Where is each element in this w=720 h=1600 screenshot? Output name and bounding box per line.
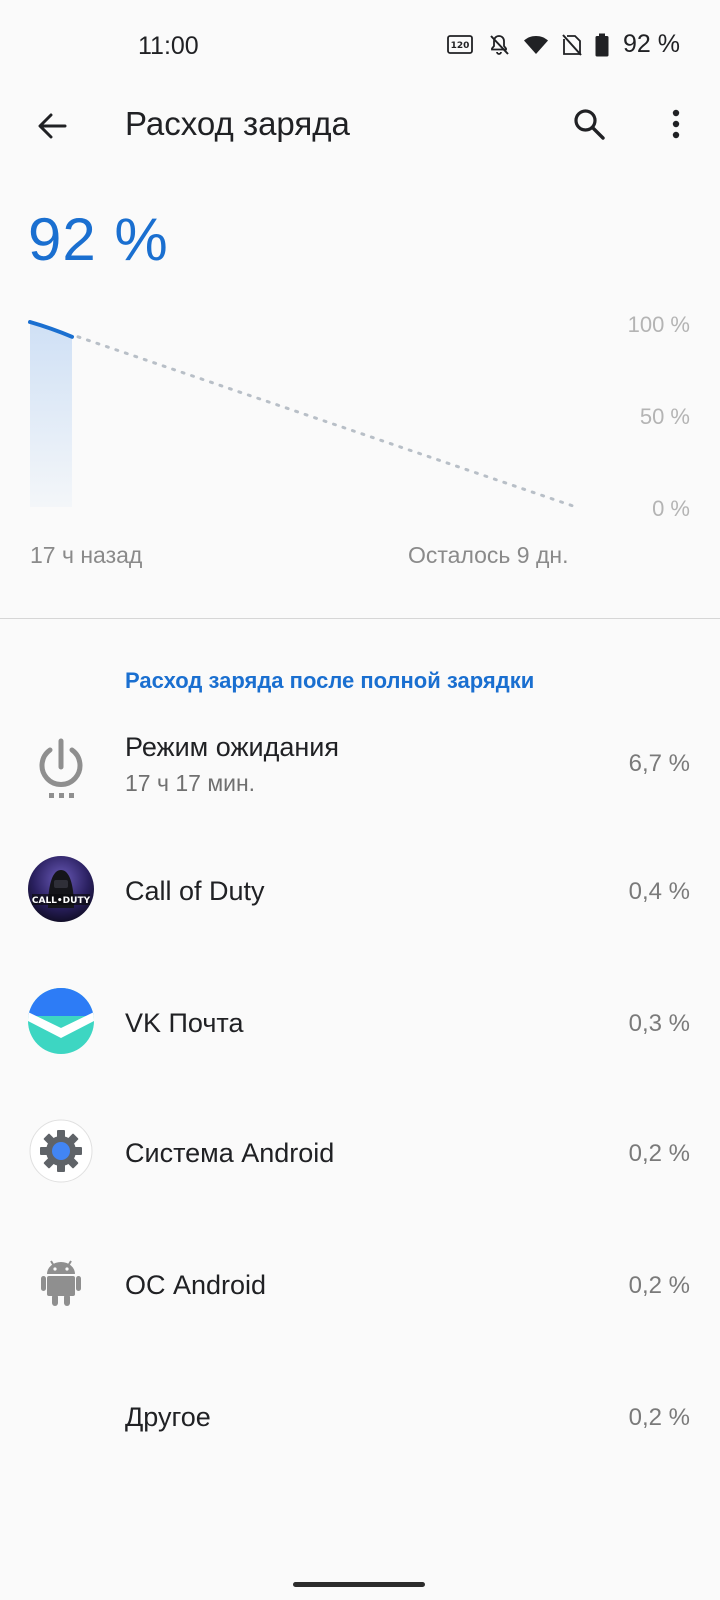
battery-usage-screen: 11:00 120 92 % Расход заряда 92 % 100 % …: [0, 0, 720, 1600]
battery-chart: 100 % 50 % 0 % 17 ч назад Осталось 9 дн.: [0, 300, 720, 590]
status-time: 11:00: [138, 32, 199, 60]
cod-icon-text: CALL•DUTY: [32, 896, 91, 906]
y-tick-50: 50 %: [639, 404, 690, 429]
status-bar: 11:00 120 92 %: [0, 0, 720, 96]
android-system-gear-icon: [29, 1119, 93, 1183]
usage-item-name: Режим ожидания: [125, 732, 339, 762]
chart-x-label-end: Осталось 9 дн.: [408, 542, 569, 568]
app-bar: Расход заряда: [0, 96, 720, 152]
usage-item-percent: 6,7 %: [628, 750, 690, 777]
usage-item-name: Система Android: [125, 1138, 335, 1168]
usage-item-standby[interactable]: Режим ожидания 17 ч 17 мин. 6,7 %: [0, 716, 720, 836]
search-button[interactable]: [563, 98, 615, 150]
y-tick-0: 0 %: [652, 496, 690, 521]
back-button[interactable]: [28, 102, 76, 150]
vk-mail-app-icon: [28, 988, 94, 1054]
bell-off-icon: [490, 34, 509, 55]
usage-item-other[interactable]: Другое 0,2 %: [0, 1376, 720, 1496]
android-robot-icon: [41, 1260, 81, 1306]
svg-text:120: 120: [451, 41, 470, 51]
usage-item-duration: 17 ч 17 мин.: [125, 770, 256, 796]
divider: [0, 618, 720, 619]
history-area: [30, 322, 72, 507]
page-title: Расход заряда: [125, 105, 350, 142]
app-icon: CALL•DUTY: [28, 856, 94, 922]
usage-item-vk-mail[interactable]: VK Почта 0,3 %: [0, 982, 720, 1102]
status-battery-percent: 92 %: [623, 30, 680, 58]
usage-item-call-of-duty[interactable]: CALL•DUTY Call of Duty 0,4 %: [0, 850, 720, 970]
usage-item-name: Другое: [125, 1402, 211, 1432]
no-sim-icon: [562, 33, 582, 56]
battery-chart-svg: [28, 320, 578, 509]
usage-item-percent: 0,2 %: [628, 1404, 690, 1431]
app-icon: [28, 1118, 94, 1184]
usage-item-percent: 0,4 %: [628, 878, 690, 905]
wifi-icon: [524, 35, 549, 54]
more-options-button[interactable]: [650, 98, 702, 150]
projection-line: [76, 335, 578, 509]
section-header: Расход заряда после полной зарядки: [125, 668, 535, 693]
app-icon: [28, 988, 94, 1054]
usage-item-android-os[interactable]: ОС Android 0,2 %: [0, 1244, 720, 1364]
usage-item-name: VK Почта: [125, 1008, 244, 1038]
usage-item-name: ОС Android: [125, 1270, 267, 1300]
status-icons: 120 92 %: [447, 30, 680, 59]
usage-item-percent: 0,2 %: [628, 1272, 690, 1299]
usage-item-percent: 0,3 %: [628, 1010, 690, 1037]
usage-item-android-system[interactable]: Система Android 0,2 %: [0, 1112, 720, 1232]
refresh-rate-120-icon: 120: [447, 34, 473, 54]
chart-x-label-start: 17 ч назад: [30, 542, 143, 568]
more-vert-icon: [672, 109, 680, 139]
battery-icon: [595, 33, 609, 56]
battery-level: 92 %: [28, 206, 169, 273]
back-arrow-icon: [38, 113, 67, 139]
app-icon: [28, 736, 94, 802]
call-of-duty-app-icon: CALL•DUTY: [28, 856, 94, 922]
usage-item-name: Call of Duty: [125, 876, 265, 906]
usage-item-percent: 0,2 %: [628, 1140, 690, 1167]
power-standby-icon: [39, 738, 83, 798]
y-tick-100: 100 %: [627, 312, 690, 337]
app-icon: [28, 1250, 94, 1316]
navigation-handle[interactable]: [293, 1582, 425, 1587]
search-icon: [574, 109, 605, 140]
